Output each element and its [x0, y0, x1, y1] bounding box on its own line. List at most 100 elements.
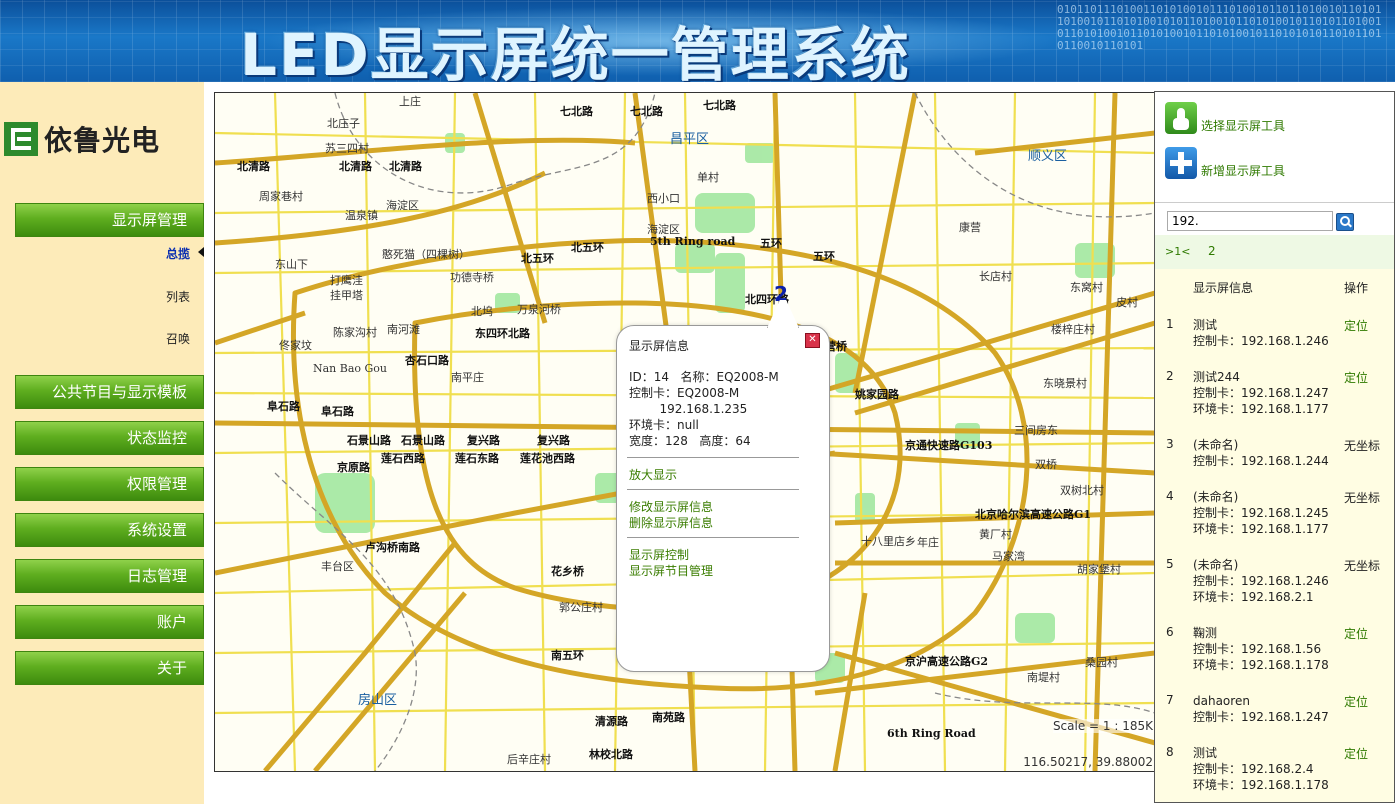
locate-link[interactable]: 定位 — [1344, 693, 1368, 710]
map-road-label: 花乡桥 — [551, 565, 584, 578]
search-input[interactable] — [1167, 211, 1333, 231]
row-number: 3 — [1166, 437, 1174, 451]
map-place-label: 丰台区 — [321, 560, 354, 573]
row-display-info: dahaoren 控制卡：192.168.1.247 — [1193, 694, 1329, 724]
submenu-summon[interactable]: 召唤 — [120, 330, 190, 347]
page-2-link[interactable]: 2 — [1208, 244, 1216, 258]
locate-link[interactable]: 定位 — [1344, 369, 1368, 386]
search-icon[interactable] — [1336, 213, 1354, 231]
menu-system-settings[interactable]: 系统设置 — [15, 513, 204, 547]
no-coordinates-text: 无坐标 — [1344, 439, 1381, 453]
map-district-label: 昌平区 — [670, 132, 710, 147]
row-number: 1 — [1166, 317, 1174, 331]
header-display-info: 显示屏信息 — [1193, 281, 1254, 295]
map-place-label: 胡家堡村 — [1077, 563, 1121, 576]
map-place-label: 陈家沟村 — [333, 326, 377, 339]
row-number: 5 — [1166, 557, 1174, 571]
row-number: 7 — [1166, 693, 1174, 707]
menu-public-programs[interactable]: 公共节目与显示模板 — [15, 375, 204, 409]
menu-account[interactable]: 账户 — [15, 605, 204, 639]
logo-text: 依鲁光电 — [44, 124, 161, 157]
map-road-label: 杏石口路 — [405, 354, 449, 367]
map-road-label: 南五环 — [551, 649, 584, 662]
map-road-label: 七北路 — [560, 105, 593, 118]
map-place-label: 挂甲塔 — [330, 289, 363, 302]
map-place-label: 马家湾 — [992, 550, 1025, 563]
popup-env-card: 环境卡：null — [629, 418, 699, 432]
panel-divider — [1155, 202, 1394, 203]
map-place-label: 单村 — [697, 171, 719, 184]
map-place-label: 功德寺桥 — [450, 271, 494, 284]
menu-permissions[interactable]: 权限管理 — [15, 467, 204, 501]
locate-link[interactable]: 定位 — [1344, 745, 1368, 762]
map-road-label: 京通快速路G103 — [905, 439, 993, 452]
popup-id-name: ID：14 名称：EQ2008-M — [629, 370, 779, 384]
row-number: 6 — [1166, 625, 1174, 639]
company-logo: 依鲁光电 — [4, 122, 161, 157]
popup-ip: 192.168.1.235 — [629, 402, 748, 416]
map-road-label: 五环 — [760, 237, 782, 250]
map-place-label: 桑园村 — [1085, 656, 1118, 669]
display-info-popup: 显示屏信息 ✕ ID：14 名称：EQ2008-M 控制卡：EQ2008-M 1… — [616, 300, 830, 672]
map-road-label: 林校北路 — [589, 748, 633, 761]
locate-link[interactable]: 定位 — [1344, 625, 1368, 642]
submenu-list[interactable]: 列表 — [120, 288, 190, 305]
no-coordinates-text: 无坐标 — [1344, 559, 1381, 573]
menu-logs[interactable]: 日志管理 — [15, 559, 204, 593]
map-place-label: 双桥 — [1035, 458, 1057, 471]
menu-status-monitor[interactable]: 状态监控 — [15, 421, 204, 455]
map-road-label: 复兴路 — [537, 434, 570, 447]
map-place-label: 南河滩 — [387, 323, 420, 336]
submenu-overview[interactable]: 总揽 — [120, 245, 190, 262]
map-scale: Scale = 1 : 185K — [1052, 719, 1153, 733]
map-place-label: 皮村 — [1116, 296, 1138, 309]
map-road-label: 北清路 — [389, 160, 422, 173]
no-coordinates-text: 无坐标 — [1344, 491, 1381, 505]
popup-size: 宽度：128 高度：64 — [629, 434, 751, 448]
map-place-label: 后辛庄村 — [507, 753, 551, 766]
map-road-label: 莲花池西路 — [520, 452, 575, 465]
locate-link[interactable]: 定位 — [1344, 317, 1368, 334]
map-place-label: 北坞 — [471, 305, 493, 318]
map-road-label: 清源路 — [595, 715, 628, 728]
menu-display-management[interactable]: 显示屏管理 — [15, 203, 204, 237]
zoom-display-link[interactable]: 放大显示 — [629, 466, 677, 483]
map-place-label: 海淀区 — [386, 199, 419, 212]
add-display-tool-label: 新增显示屏工具 — [1201, 164, 1286, 178]
edit-display-link[interactable]: 修改显示屏信息 — [629, 498, 713, 515]
row-number: 2 — [1166, 369, 1174, 383]
row-display-info: 测试 控制卡：192.168.2.4 环境卡：192.168.1.178 — [1193, 746, 1329, 792]
map-place-label: 三间房东 — [1014, 424, 1058, 437]
display-control-link[interactable]: 显示屏控制 — [629, 546, 689, 563]
menu-about[interactable]: 关于 — [15, 651, 204, 685]
map-road-label: 复兴路 — [467, 434, 500, 447]
map-road-label: 七北路 — [630, 105, 663, 118]
map-road-label: 阜石路 — [321, 405, 354, 418]
logo-icon — [4, 122, 38, 156]
row-display-info: (未命名) 控制卡：192.168.1.246 环境卡：192.168.2.1 — [1193, 558, 1329, 604]
map-place-label: 东山下 — [275, 258, 308, 271]
map-place-label: 双树北村 — [1060, 484, 1104, 497]
map-place-label: 佟家坟 — [279, 339, 312, 352]
popup-control-card: 控制卡：EQ2008-M — [629, 386, 740, 400]
close-icon[interactable]: ✕ — [805, 333, 820, 348]
map-road-label: 五环 — [813, 250, 835, 263]
select-display-tool[interactable]: 选择显示屏工具 — [1165, 102, 1285, 134]
map-district-label: 顺义区 — [1028, 149, 1068, 164]
map-place-label: 憨死猫（四棵树） — [382, 248, 470, 261]
map-district-label: 房山区 — [358, 693, 398, 708]
map-place-label: 长店村 — [979, 270, 1012, 283]
delete-display-link[interactable]: 删除显示屏信息 — [629, 514, 713, 531]
map-place-label: 万泉河桥 — [517, 303, 561, 316]
map-coordinates: 116.50217, 39.88002 — [1023, 755, 1153, 769]
map-place-label: 周家巷村 — [259, 190, 303, 203]
map-view[interactable]: 昌平区 顺义区 房山区 上庄 北庄子 苏三四村 周家巷村 温泉镇 海淀区 东山下… — [214, 92, 1156, 772]
popup-details: ID：14 名称：EQ2008-M 控制卡：EQ2008-M 192.168.1… — [629, 369, 779, 449]
map-place-label: 年庄 — [917, 536, 939, 549]
map-place-label: 十八里店乡 — [861, 535, 916, 548]
map-road-label: 石景山路 — [347, 434, 391, 447]
display-program-link[interactable]: 显示屏节目管理 — [629, 562, 713, 579]
map-road-label: 卢沟桥南路 — [365, 541, 420, 554]
map-road-label: 姚家园路 — [855, 388, 899, 401]
add-display-tool[interactable]: 新增显示屏工具 — [1165, 147, 1285, 179]
